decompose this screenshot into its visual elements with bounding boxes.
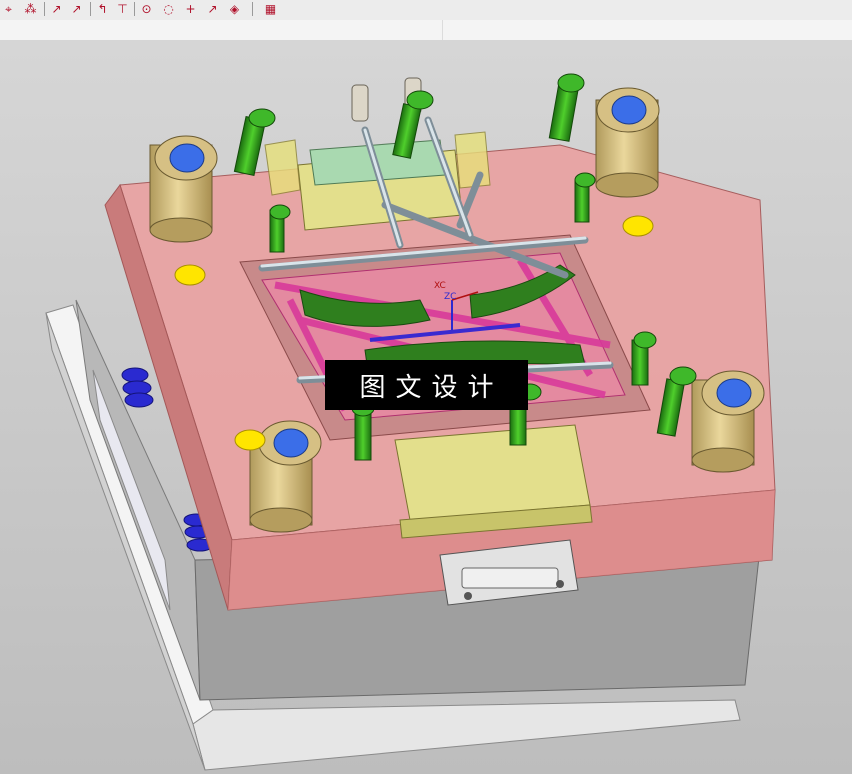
guide-bushing[interactable] (149, 135, 218, 243)
triad-x-label: XC (434, 281, 446, 291)
snap-points-icon[interactable]: ⌖ (0, 1, 17, 17)
existing-point-icon[interactable]: + (182, 1, 199, 17)
secondary-toolbar (0, 20, 852, 41)
end-point-icon[interactable]: ↗ (48, 1, 65, 17)
toolbar-separator (90, 2, 91, 16)
mid-point-icon[interactable]: ↗ (68, 1, 85, 17)
snap-toolbar: ⌖ ⁂ ↗ ↗ ↰ ⊤ ⊙ ◌ + ↗ ◈ ▦ (0, 0, 852, 20)
toolbar-separator (252, 2, 253, 16)
snap-filter-icon[interactable]: ⁂ (22, 1, 39, 17)
triad-z-label: ZC (444, 292, 456, 302)
arc-center-icon[interactable]: ⊙ (138, 1, 155, 17)
guide-bushing[interactable] (691, 370, 765, 473)
control-point-icon[interactable]: ↰ (94, 1, 111, 17)
grid-icon[interactable]: ▦ (262, 1, 279, 17)
quadrant-point-icon[interactable]: ◌ (160, 1, 177, 17)
watermark-text: 图文设计 (359, 372, 504, 403)
toolbar-separator (134, 2, 135, 16)
toolbar-separator (44, 2, 45, 16)
guide-bushing[interactable] (595, 87, 660, 198)
intersection-icon[interactable]: ⊤ (114, 1, 131, 17)
slider-block-bottom[interactable] (394, 424, 593, 539)
toolbar-divider (442, 20, 443, 40)
point-on-curve-icon[interactable]: ↗ (204, 1, 221, 17)
point-on-face-icon[interactable]: ◈ (226, 1, 243, 17)
watermark-banner: 图文设计 (325, 360, 528, 410)
